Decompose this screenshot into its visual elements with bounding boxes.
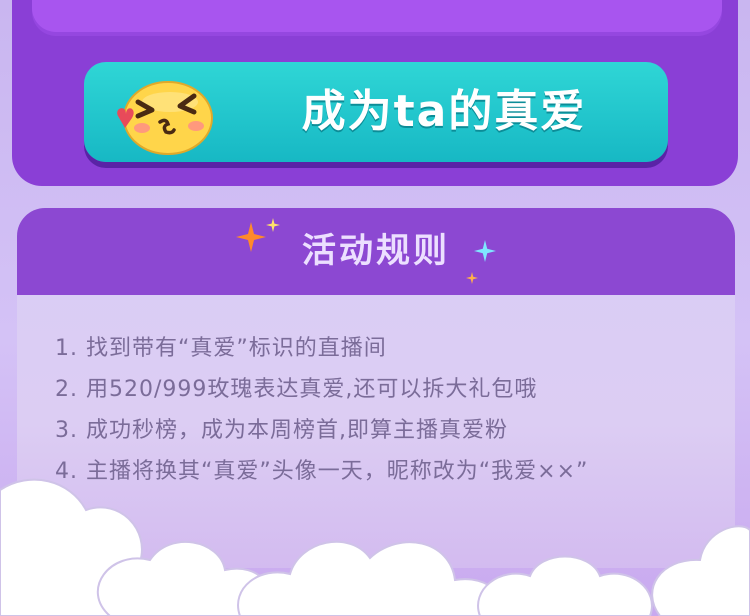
rules-header: 活动规则 (17, 208, 735, 295)
rules-title: 活动规则 (302, 231, 450, 271)
sparkle-icon (466, 272, 478, 284)
top-inner-bar (32, 0, 722, 32)
rules-list: 1. 找到带有“真爱”标识的直播间 2. 用520/999玫瑰表达真爱,还可以拆… (55, 328, 588, 492)
sparkle-icon (474, 240, 496, 262)
sparkle-icon (266, 218, 280, 232)
kiss-face-icon (117, 81, 213, 155)
rule-item-1: 1. 找到带有“真爱”标识的直播间 (55, 336, 387, 361)
rule-item-3: 3. 成功秒榜，成为本周榜首,即算主播真爱粉 (55, 418, 508, 443)
rule-item-2: 2. 用520/999玫瑰表达真爱,还可以拆大礼包哦 (55, 377, 538, 402)
cta-label: 成为ta的真爱 (301, 86, 587, 137)
sparkle-icon (236, 222, 266, 252)
cloud-decoration (0, 478, 750, 616)
